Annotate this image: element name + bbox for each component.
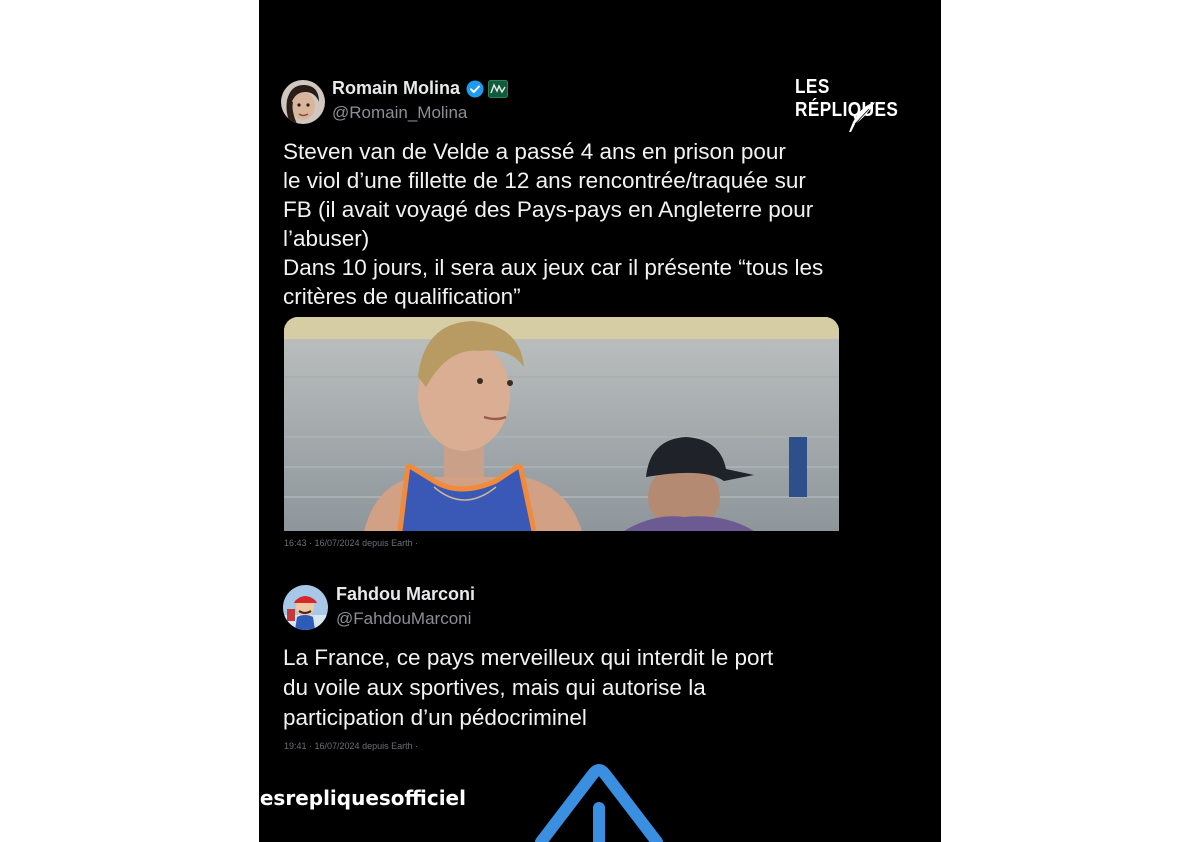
tweet1-timestamp: 16:43 · 16/07/2024 depuis Earth ·	[284, 538, 419, 548]
tweet2-text-line: La France, ce pays merveilleux qui inter…	[283, 645, 774, 670]
tweet2-author-name[interactable]: Fahdou Marconi	[336, 584, 475, 605]
tweet2-timestamp: 19:41 · 16/07/2024 depuis Earth ·	[284, 741, 419, 751]
tweet1-author-handle[interactable]: @Romain_Molina	[332, 103, 467, 123]
affiliate-badge-icon	[488, 80, 508, 98]
tweet2-author-handle[interactable]: @FahdouMarconi	[336, 609, 471, 629]
verified-badge-icon	[466, 80, 484, 98]
fahdou-marconi-avatar[interactable]	[283, 585, 328, 630]
romain-molina-avatar[interactable]	[281, 80, 325, 124]
tweet1-text-line: l’abuser)	[283, 226, 370, 251]
tweet2-text-line: participation d’un pédocriminel	[283, 705, 587, 730]
tweet1-text-line: le viol d’une fillette de 12 ans rencont…	[283, 168, 806, 193]
tweet1-photo[interactable]	[284, 317, 839, 531]
tweet1-text-line: FB (il avait voyagé des Pays-pays en Ang…	[283, 197, 814, 222]
account-watermark: lesrepliquesofficiel	[259, 786, 466, 810]
tweet1-text-line: Dans 10 jours, il sera aux jeux car il p…	[283, 255, 824, 280]
tweet1-author-name[interactable]: Romain Molina	[332, 78, 460, 99]
tweet1-text-line: Steven van de Velde a passé 4 ans en pri…	[283, 139, 786, 164]
tweet1-text-line: critères de qualification”	[283, 284, 521, 309]
tweet1-text: Steven van de Velde a passé 4 ans en pri…	[283, 137, 823, 311]
post-panel: Romain Molina @Romain_Molina LES RÉPLIQU…	[259, 0, 941, 842]
tweet2-text-line: du voile aux sportives, mais qui autoris…	[283, 675, 706, 700]
swipe-up-arrow-icon[interactable]	[529, 762, 669, 842]
quill-icon	[845, 100, 879, 134]
tweet2-text: La France, ce pays merveilleux qui inter…	[283, 643, 773, 733]
